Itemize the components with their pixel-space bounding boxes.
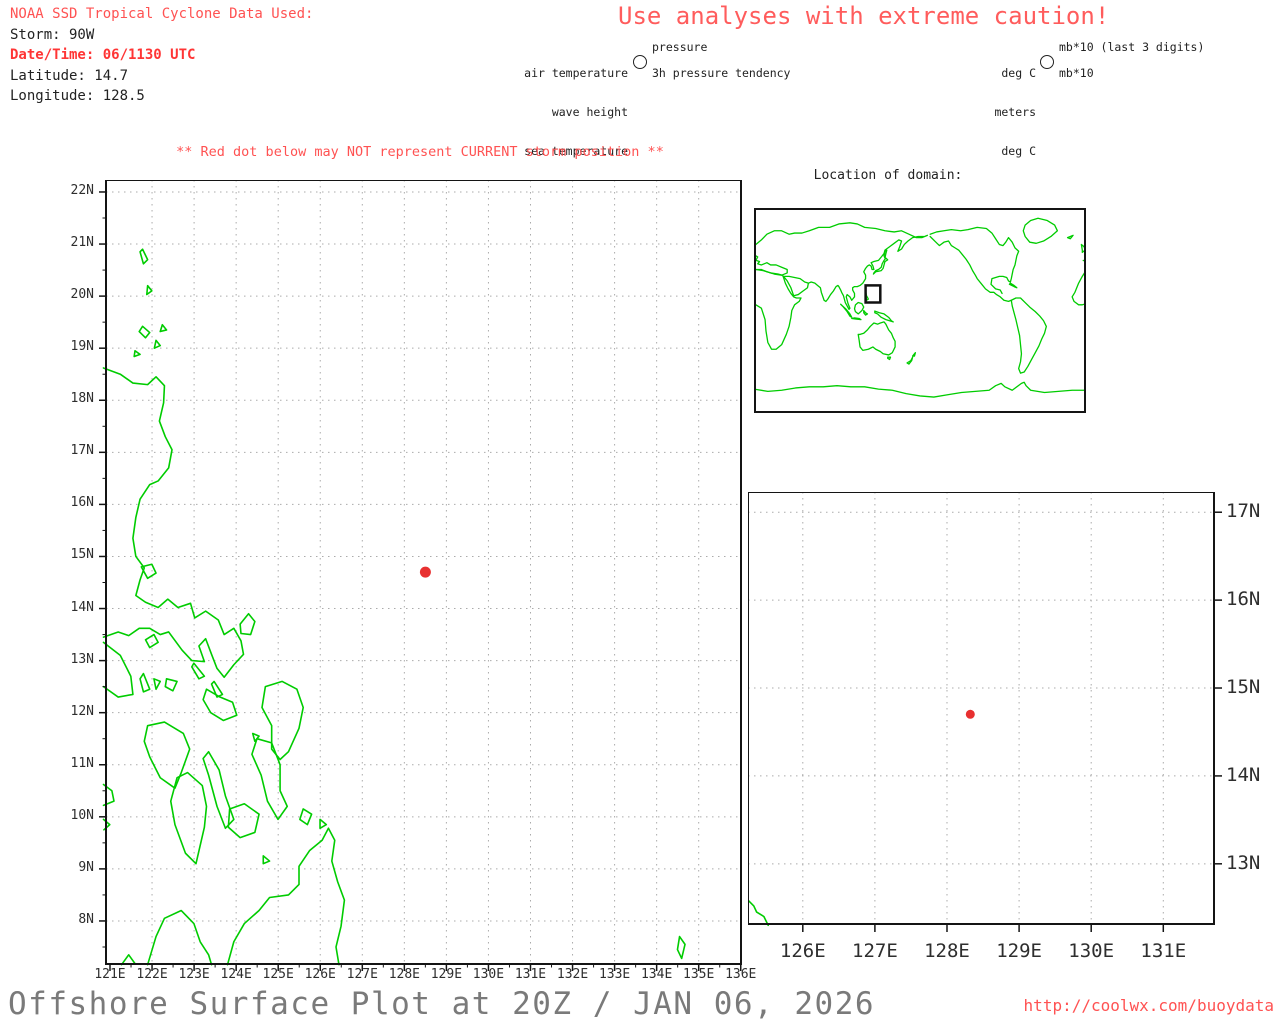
plot-canvas: NOAA SSD Tropical Cyclone Data Used: Sto…	[0, 0, 1280, 1024]
main-map-lat-tick-label: 11N	[70, 755, 94, 771]
main-map-lon-tick-label: 134E	[640, 967, 673, 982]
main-map-lon-tick-label: 128E	[388, 967, 420, 982]
world-inset-map	[754, 208, 1086, 413]
zoom-map-gridlines	[748, 492, 1214, 924]
station-legend-units-left: deg C meters deg C	[940, 41, 1036, 184]
main-map-lon-tick-label: 131E	[514, 967, 547, 982]
main-map-lat-tick-label: 20N	[70, 287, 94, 303]
main-map-lon-tick-label: 136E	[725, 967, 757, 982]
storm-position-warning: ** Red dot below may NOT represent CURRE…	[176, 144, 664, 160]
plot-title: Offshore Surface Plot at 20Z / JAN 06, 2…	[8, 986, 876, 1022]
zoom-map-lon-tick-label: 129E	[996, 940, 1042, 962]
zoom-map-lat-tick-label: 17N	[1226, 500, 1261, 523]
zoom-map-lat-tick-label: 14N	[1226, 763, 1261, 786]
zoom-map-lat-tick-label: 15N	[1226, 676, 1261, 699]
legend-pressure-tendency: 3h pressure tendency	[652, 66, 791, 80]
longitude-line: Longitude: 128.5	[10, 88, 145, 104]
world-map-frame	[754, 208, 1086, 413]
storm-position-dot-zoom	[965, 709, 975, 719]
zoom-map-coastline-fragment	[748, 897, 768, 925]
coastlines-philippines	[103, 249, 685, 964]
main-map-lon-tick-label: 133E	[598, 967, 631, 982]
main-map-lat-tick-label: 22N	[70, 182, 94, 198]
main-map-lat-tick-label: 9N	[78, 859, 94, 875]
legend-air-temperature: air temperature	[524, 66, 628, 80]
datetime-line: Date/Time: 06/1130 UTC	[10, 47, 196, 63]
zoom-map	[748, 492, 1222, 940]
storm-position-dot-main	[419, 566, 431, 578]
source-url-link[interactable]: http://coolwx.com/buoydata	[1000, 996, 1274, 1015]
main-map-lat-tick-label: 10N	[70, 807, 94, 823]
storm-id-line: Storm: 90W	[10, 26, 95, 43]
station-legend-left-labels: air temperature wave height sea temperat…	[440, 41, 628, 184]
main-map-lat-tick-label: 21N	[70, 235, 94, 251]
main-map-lon-tick-label: 130E	[472, 967, 505, 982]
unit-deg-c-top: deg C	[1001, 66, 1036, 80]
unit-meters: meters	[994, 105, 1036, 119]
legend-wave-height: wave height	[551, 105, 628, 119]
zoom-map-lon-tick-label: 126E	[779, 940, 826, 962]
caution-banner: Use analyses with extreme caution!	[618, 2, 1110, 30]
zoom-map-lon-tick-label: 127E	[852, 940, 898, 962]
main-map	[99, 180, 742, 976]
main-map-lat-tick-label: 17N	[70, 443, 94, 459]
unit-mb10-digits: mb*10 (last 3 digits)	[1059, 40, 1205, 54]
main-map-lon-tick-label: 124E	[220, 967, 252, 982]
station-circle-icon	[633, 55, 647, 69]
inset-map-title: Location of domain:	[813, 168, 963, 183]
main-map-lat-tick-label: 12N	[70, 703, 94, 719]
zoom-map-lat-tick-label: 13N	[1226, 851, 1261, 874]
station-circle-icon-2	[1040, 55, 1054, 69]
unit-mb10: mb*10	[1059, 66, 1094, 80]
main-map-lon-tick-label: 123E	[178, 967, 210, 982]
main-map-lat-tick-label: 8N	[78, 911, 94, 927]
data-source-line: NOAA SSD Tropical Cyclone Data Used:	[10, 6, 314, 22]
storm-info-block: NOAA SSD Tropical Cyclone Data Used: Sto…	[10, 4, 313, 107]
main-map-lat-tick-label: 18N	[70, 391, 94, 407]
zoom-map-lon-tick-label: 130E	[1068, 940, 1115, 962]
main-map-lon-tick-label: 121E	[94, 967, 126, 982]
main-map-lat-tick-label: 16N	[70, 495, 94, 511]
main-map-lat-tick-label: 14N	[70, 599, 94, 615]
main-map-lon-tick-label: 132E	[556, 967, 589, 982]
main-map-lon-tick-label: 122E	[136, 967, 168, 982]
latitude-line: Latitude: 14.7	[10, 67, 129, 84]
main-map-lat-tick-label: 13N	[70, 651, 94, 667]
main-map-lon-tick-label: 125E	[262, 967, 294, 982]
zoom-map-frame	[748, 492, 1222, 932]
zoom-map-lat-tick-label: 16N	[1226, 588, 1261, 611]
zoom-map-lon-tick-label: 128E	[924, 940, 970, 962]
legend-pressure: pressure	[652, 40, 708, 54]
main-map-lat-tick-label: 19N	[70, 339, 94, 355]
unit-deg-c-bot: deg C	[1001, 144, 1036, 158]
main-map-lon-tick-label: 126E	[304, 967, 336, 982]
main-map-lon-tick-label: 135E	[683, 967, 715, 982]
world-coastlines	[754, 218, 1086, 397]
zoom-map-lon-tick-label: 131E	[1140, 940, 1187, 962]
main-map-lon-tick-label: 127E	[346, 967, 378, 982]
main-map-lon-tick-label: 129E	[430, 967, 463, 982]
main-map-frame	[99, 180, 742, 971]
main-map-lat-tick-label: 15N	[70, 547, 94, 563]
